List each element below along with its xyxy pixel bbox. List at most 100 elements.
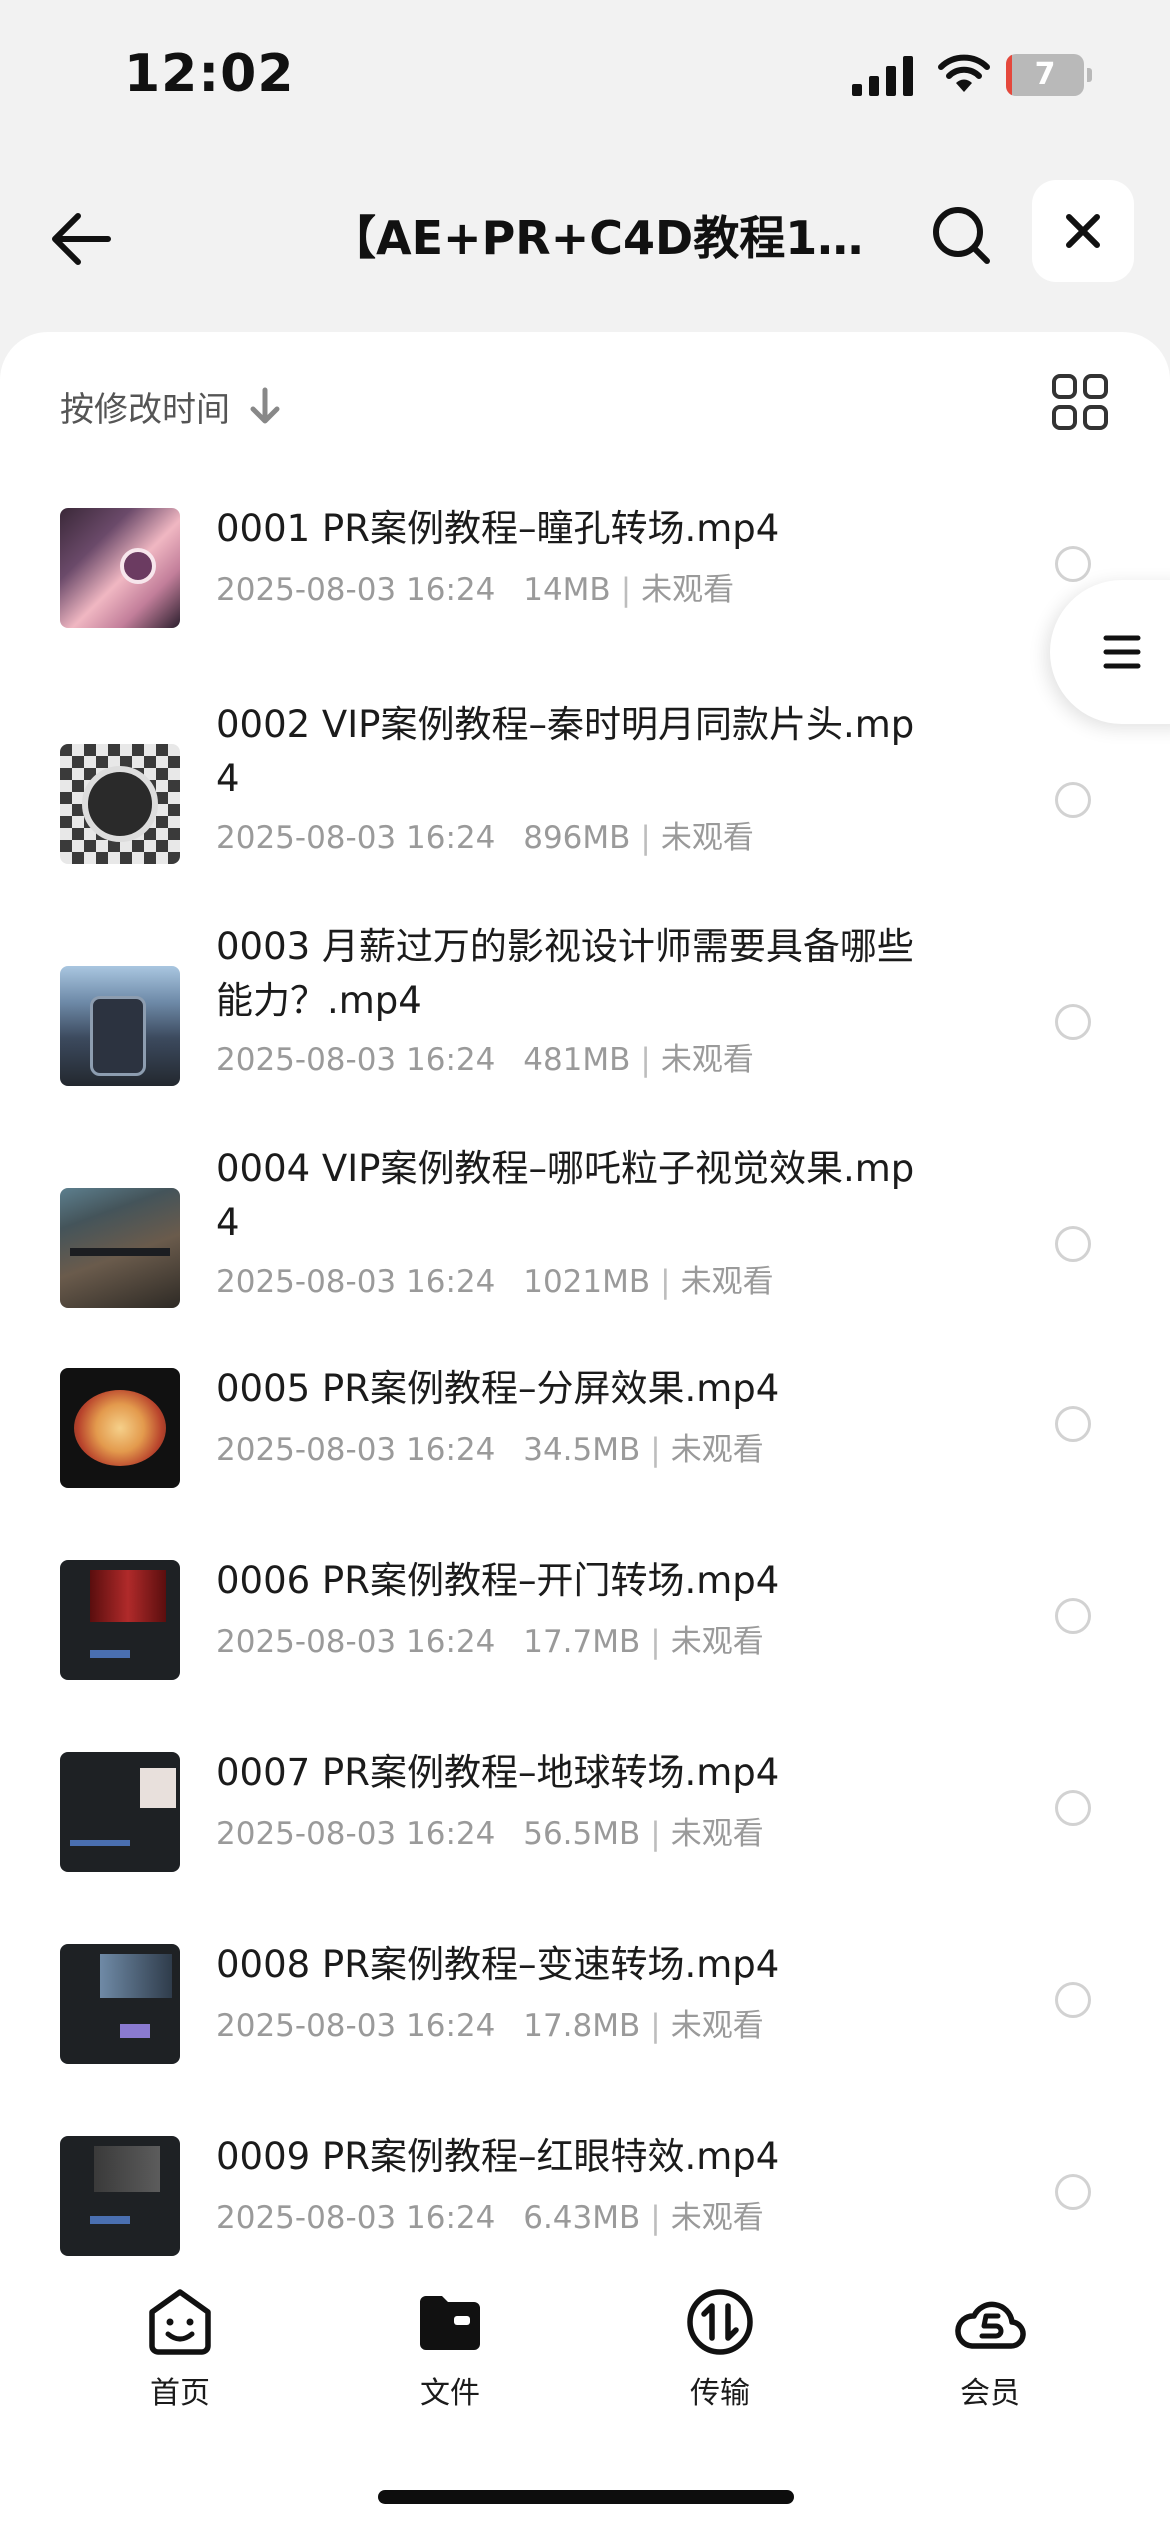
battery-percent: 7 [1034, 57, 1056, 92]
header: 【AE+PR+C4D教程10... [0, 150, 1170, 320]
smiley-icon [149, 2289, 211, 2355]
grid-view-icon[interactable] [1050, 372, 1110, 432]
file-row[interactable]: 0007 PR案例教程–地球转场.mp4 2025-08-03 16:24 56… [0, 1746, 1170, 1896]
file-size: 14MB [523, 572, 611, 608]
file-name: 0002 VIP案例教程–秦时明月同款片头.mp4 [216, 703, 915, 800]
select-radio[interactable] [1055, 1790, 1091, 1826]
close-button[interactable] [1032, 180, 1134, 282]
arrow-left-icon [52, 213, 111, 265]
file-date: 2025-08-03 16:24 [216, 820, 496, 856]
close-icon [1066, 214, 1100, 248]
file-row[interactable]: 0001 PR案例教程–瞳孔转场.mp4 2025-08-03 16:24 14… [0, 502, 1170, 652]
file-date: 2025-08-03 16:24 [216, 1432, 496, 1468]
file-meta: 2025-08-03 16:24 14MB | 未观看 [216, 572, 735, 608]
watch-status: 未观看 [670, 1816, 764, 1852]
file-row[interactable]: 0005 PR案例教程–分屏效果.mp4 2025-08-03 16:24 34… [0, 1362, 1170, 1512]
tab-files[interactable]: 文件 [360, 2286, 540, 2426]
file-date: 2025-08-03 16:24 [216, 2200, 496, 2236]
battery-icon: 7 [1006, 54, 1092, 96]
home-indicator [378, 2490, 794, 2504]
search-button[interactable] [916, 190, 1006, 280]
file-meta: 2025-08-03 16:24 34.5MB | 未观看 [216, 1432, 764, 1468]
status-bar: 12:02 7 [0, 0, 1170, 150]
file-size: 34.5MB [523, 1432, 641, 1468]
video-thumbnail [60, 1368, 180, 1488]
file-name: 0006 PR案例教程–开门转场.mp4 [216, 1559, 780, 1602]
file-row[interactable]: 0003 月薪过万的影视设计师需要具备哪些能力？.mp4 2025-08-03 … [0, 920, 1170, 1100]
file-size: 1021MB [523, 1264, 651, 1300]
file-row[interactable]: 0002 VIP案例教程–秦时明月同款片头.mp4 2025-08-03 16:… [0, 698, 1170, 878]
video-thumbnail [60, 966, 180, 1086]
select-radio[interactable] [1055, 1982, 1091, 2018]
file-name: 0001 PR案例教程–瞳孔转场.mp4 [216, 507, 780, 550]
video-thumbnail [60, 2136, 180, 2256]
file-name: 0009 PR案例教程–红眼特效.mp4 [216, 2135, 780, 2178]
file-list-panel: 按修改时间 0001 PR案例教程–瞳孔转场.mp4 2025-08-03 16… [0, 332, 1170, 2532]
watch-status: 未观看 [670, 1624, 764, 1660]
file-row[interactable]: 0006 PR案例教程–开门转场.mp4 2025-08-03 16:24 17… [0, 1554, 1170, 1704]
tab-label: 传输 [690, 2376, 750, 2411]
select-radio[interactable] [1055, 1004, 1091, 1040]
video-thumbnail [60, 1560, 180, 1680]
watch-status: 未观看 [660, 820, 754, 856]
select-radio[interactable] [1055, 1598, 1091, 1634]
arrow-down-icon [250, 387, 280, 424]
tab-home[interactable]: 首页 [90, 2286, 270, 2426]
file-name: 0008 PR案例教程–变速转场.mp4 [216, 1943, 780, 1986]
file-meta: 2025-08-03 16:24 56.5MB | 未观看 [216, 1816, 764, 1852]
watch-status: 未观看 [660, 1042, 754, 1078]
file-meta: 2025-08-03 16:24 6.43MB | 未观看 [216, 2200, 764, 2236]
select-radio[interactable] [1055, 1226, 1091, 1262]
file-date: 2025-08-03 16:24 [216, 572, 496, 608]
watch-status: 未观看 [680, 1264, 774, 1300]
video-thumbnail [60, 508, 180, 628]
file-date: 2025-08-03 16:24 [216, 1816, 496, 1852]
file-meta: 2025-08-03 16:24 17.7MB | 未观看 [216, 1624, 764, 1660]
file-size: 17.7MB [523, 1624, 641, 1660]
watch-status: 未观看 [670, 2008, 764, 2044]
watch-status: 未观看 [670, 1432, 764, 1468]
select-radio[interactable] [1055, 782, 1091, 818]
file-meta: 2025-08-03 16:24 481MB | 未观看 [216, 1042, 754, 1078]
folder-icon [420, 2296, 480, 2350]
select-radio[interactable] [1055, 546, 1091, 582]
file-date: 2025-08-03 16:24 [216, 2008, 496, 2044]
file-row[interactable]: 0008 PR案例教程–变速转场.mp4 2025-08-03 16:24 17… [0, 1938, 1170, 2088]
select-radio[interactable] [1055, 2174, 1091, 2210]
select-radio[interactable] [1055, 1406, 1091, 1442]
sort-button[interactable]: 按修改时间 [60, 376, 282, 436]
file-date: 2025-08-03 16:24 [216, 1264, 496, 1300]
tab-transfer[interactable]: 传输 [630, 2286, 810, 2426]
video-thumbnail [60, 744, 180, 864]
screen: 12:02 7 【AE+PR+C4D教程10... 按修改时间 0001 PR案… [0, 0, 1170, 2532]
search-icon [933, 207, 990, 264]
file-size: 56.5MB [523, 1816, 641, 1852]
file-meta: 2025-08-03 16:24 1021MB | 未观看 [216, 1264, 774, 1300]
menu-icon [1103, 635, 1141, 669]
file-size: 896MB [523, 820, 631, 856]
file-name: 0005 PR案例教程–分屏效果.mp4 [216, 1367, 780, 1410]
cloud-member-icon [955, 2301, 1026, 2349]
watch-status: 未观看 [641, 572, 735, 608]
file-row[interactable]: 0009 PR案例教程–红眼特效.mp4 2025-08-03 16:24 6.… [0, 2130, 1170, 2280]
file-size: 6.43MB [523, 2200, 641, 2236]
cellular-signal-icon [852, 56, 913, 96]
back-button[interactable] [36, 194, 126, 284]
file-name: 0003 月薪过万的影视设计师需要具备哪些能力？.mp4 [216, 925, 914, 1022]
tab-member[interactable]: 会员 [900, 2286, 1080, 2426]
sort-label: 按修改时间 [60, 389, 230, 430]
file-row[interactable]: 0004 VIP案例教程–哪吒粒子视觉效果.mp4 2025-08-03 16:… [0, 1142, 1170, 1322]
file-name: 0007 PR案例教程–地球转场.mp4 [216, 1751, 780, 1794]
status-time: 12:02 [124, 44, 295, 104]
tab-label: 会员 [960, 2376, 1020, 2411]
transfer-icon [687, 2289, 753, 2355]
file-size: 481MB [523, 1042, 631, 1078]
file-meta: 2025-08-03 16:24 17.8MB | 未观看 [216, 2008, 764, 2044]
video-thumbnail [60, 1188, 180, 1308]
tab-label: 首页 [150, 2376, 210, 2411]
file-meta: 2025-08-03 16:24 896MB | 未观看 [216, 820, 754, 856]
file-date: 2025-08-03 16:24 [216, 1624, 496, 1660]
tab-label: 文件 [420, 2376, 480, 2411]
file-date: 2025-08-03 16:24 [216, 1042, 496, 1078]
video-thumbnail [60, 1944, 180, 2064]
